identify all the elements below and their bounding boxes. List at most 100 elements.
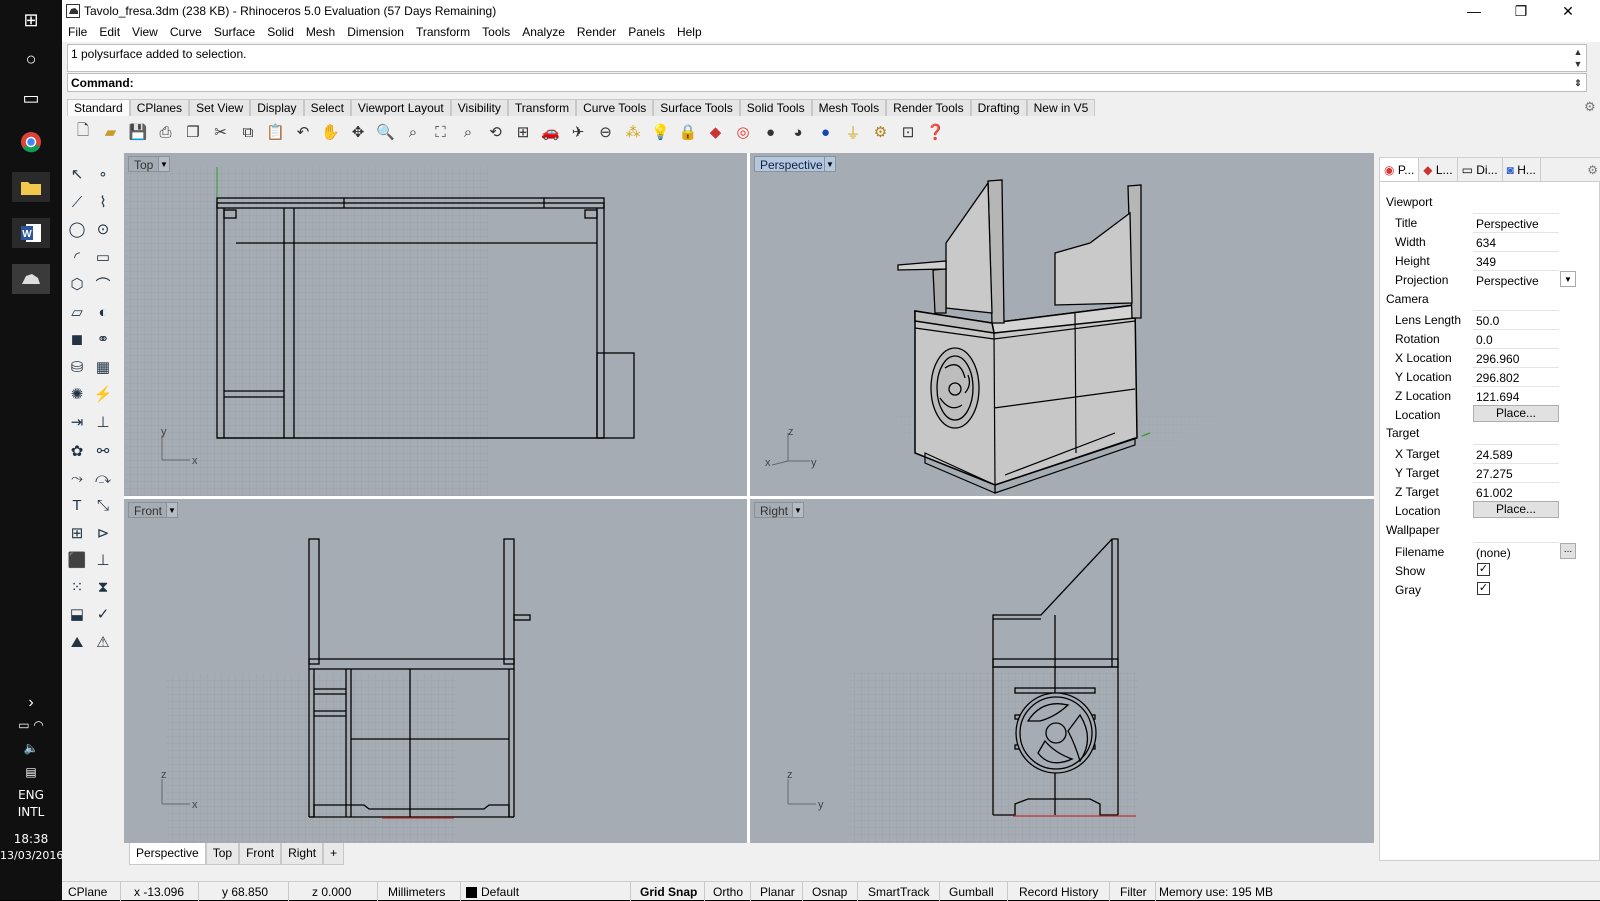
viewport-front-label[interactable]: Front [128,502,169,518]
battery-icon[interactable]: ▭ ◠ [0,718,62,732]
panel-tab-layers[interactable]: ◆ L... [1419,158,1458,181]
close-button[interactable]: ✕ [1545,0,1591,22]
offset-icon[interactable]: ⤳ [65,466,89,490]
analyze-icon[interactable]: ⚡ [91,382,115,406]
vp-tab-front[interactable]: Front [239,843,282,865]
tab-solid-tools[interactable]: Solid Tools [739,99,812,116]
solid-box-icon[interactable]: ⬛ [65,548,89,572]
split-icon[interactable]: ⧗ [91,575,115,599]
projection-dropdown-icon[interactable]: ▼ [1560,271,1576,287]
menu-render[interactable]: Render [571,22,622,39]
planar-toggle[interactable]: Planar [760,885,795,899]
status-units[interactable]: Millimeters [388,885,445,899]
tab-new-in-v5[interactable]: New in V5 [1026,99,1096,116]
tab-display[interactable]: Display [250,99,304,116]
lens-field[interactable]: 50.0 [1473,310,1559,328]
tab-surface-tools[interactable]: Surface Tools [653,99,740,116]
arc-icon[interactable]: ◜ [65,245,89,269]
group-icon[interactable]: ⊞ [65,521,89,545]
command-history[interactable]: 1 polysurface added to selection. ▲ ▼ [67,44,1587,72]
viewport-perspective-menu-icon[interactable]: ▼ [824,156,836,172]
select-points-icon[interactable]: ⁂ [621,120,645,144]
chevron-right-icon[interactable]: › [12,688,50,718]
curve-icon[interactable]: ⌇ [91,190,115,214]
menu-edit[interactable]: Edit [93,22,126,39]
windows-start-icon[interactable]: ⊞ [12,5,50,35]
rectangle-icon[interactable]: ▭ [91,245,115,269]
filename-browse-button[interactable]: ... [1560,543,1576,559]
history-scroll-up-icon[interactable]: ▲ [1572,46,1584,58]
panel-tab-display[interactable]: ▭ Di... [1458,158,1503,181]
title-field[interactable]: Perspective [1473,213,1559,231]
cplane-icon[interactable]: ⊖ [594,120,618,144]
ortho-toggle[interactable]: Ortho [713,885,743,899]
color-wheel-icon[interactable]: ◎ [731,120,755,144]
viewport-perspective-label[interactable]: Perspective [754,156,829,172]
car-icon[interactable]: 🚗 [539,120,563,144]
dimension-icon[interactable]: ⊡ [896,120,920,144]
xtarget-field[interactable]: 24.589 [1473,444,1559,462]
filter-toggle[interactable]: Filter [1120,885,1147,899]
tab-visibility[interactable]: Visibility [450,99,508,116]
save-icon[interactable]: 💾 [126,120,150,144]
status-layer[interactable]: Default [481,885,519,899]
menu-tools[interactable]: Tools [476,22,516,39]
height-field[interactable]: 349 [1473,251,1559,269]
light-bulb-icon[interactable]: 💡 [649,120,673,144]
rhino-icon[interactable] [12,264,50,294]
blend-icon[interactable]: ⤼ [91,466,115,490]
dimension-tool-icon[interactable]: ⊥ [91,548,115,572]
pan-hand-icon[interactable]: ✋ [319,120,343,144]
camera-place-button[interactable]: Place... [1473,405,1559,422]
menu-surface[interactable]: Surface [208,22,261,39]
ellipse-icon[interactable]: ⊙ [91,217,115,241]
gumball-toggle[interactable]: Gumball [949,885,994,899]
open-folder-icon[interactable]: ▰ [99,120,123,144]
width-field[interactable]: 634 [1473,232,1559,250]
paint-icon[interactable]: ⚠ [91,630,115,654]
extrude-icon[interactable]: ⬓ [65,602,89,626]
clock-time[interactable]: 18:38 [0,832,62,846]
status-cplane[interactable]: CPlane [68,885,107,899]
panel-tab-help[interactable]: ◙ H... [1503,158,1541,181]
file-explorer-icon[interactable] [12,172,50,202]
join-icon[interactable]: ⚯ [91,439,115,463]
vp-tab-add-icon[interactable]: + [323,843,345,865]
render-preview-icon[interactable]: ◕ [786,120,810,144]
ytarget-field[interactable]: 27.275 [1473,463,1559,481]
vp-tab-right[interactable]: Right [281,843,324,865]
zoom-extents-icon[interactable]: ⛶ [429,120,453,144]
history-scroll-down-icon[interactable]: ▼ [1572,58,1584,70]
word-icon[interactable]: W [12,218,50,248]
language-indicator[interactable]: ENG [0,788,62,802]
tab-drafting[interactable]: Drafting [970,99,1027,116]
filename-field[interactable]: (none) [1473,542,1559,560]
show-checkbox[interactable]: ✓ [1477,563,1490,576]
trim-icon[interactable]: ⊥ [91,410,115,434]
zoom-icon[interactable]: 🔍 [374,120,398,144]
gray-checkbox[interactable]: ✓ [1477,582,1490,595]
viewport-top-menu-icon[interactable]: ▼ [158,156,170,172]
ztarget-field[interactable]: 61.002 [1473,482,1559,500]
material-sphere-icon[interactable]: ● [759,120,783,144]
copy-view-icon[interactable]: ❐ [181,120,205,144]
menu-transform[interactable]: Transform [410,22,476,39]
check-icon[interactable]: ✓ [91,602,115,626]
grid-snap-toggle[interactable]: Grid Snap [640,885,697,899]
clock-date[interactable]: 13/03/2016 [0,849,63,862]
loft-icon[interactable]: ◐ [91,300,115,324]
layer-icon[interactable]: ◆ [704,120,728,144]
tab-render-tools[interactable]: Render Tools [886,99,971,116]
rotate-view-icon[interactable]: ✥ [346,120,370,144]
surface-icon[interactable]: ▱ [65,300,89,324]
viewport-right[interactable]: z y Right ▼ [750,499,1374,843]
polygon-icon[interactable]: ⬡ [65,272,89,296]
array-icon[interactable]: ⁙ [65,575,89,599]
tab-viewport-layout[interactable]: Viewport Layout [350,99,451,116]
command-scroll-icon[interactable]: ⇕ [1572,77,1584,89]
menu-solid[interactable]: Solid [261,22,300,39]
render-light-icon[interactable]: ✺ [65,382,89,406]
viewport-right-menu-icon[interactable]: ▼ [792,502,804,518]
render-icon[interactable]: ● [814,120,838,144]
scale-icon[interactable]: ⤡ [91,493,115,517]
